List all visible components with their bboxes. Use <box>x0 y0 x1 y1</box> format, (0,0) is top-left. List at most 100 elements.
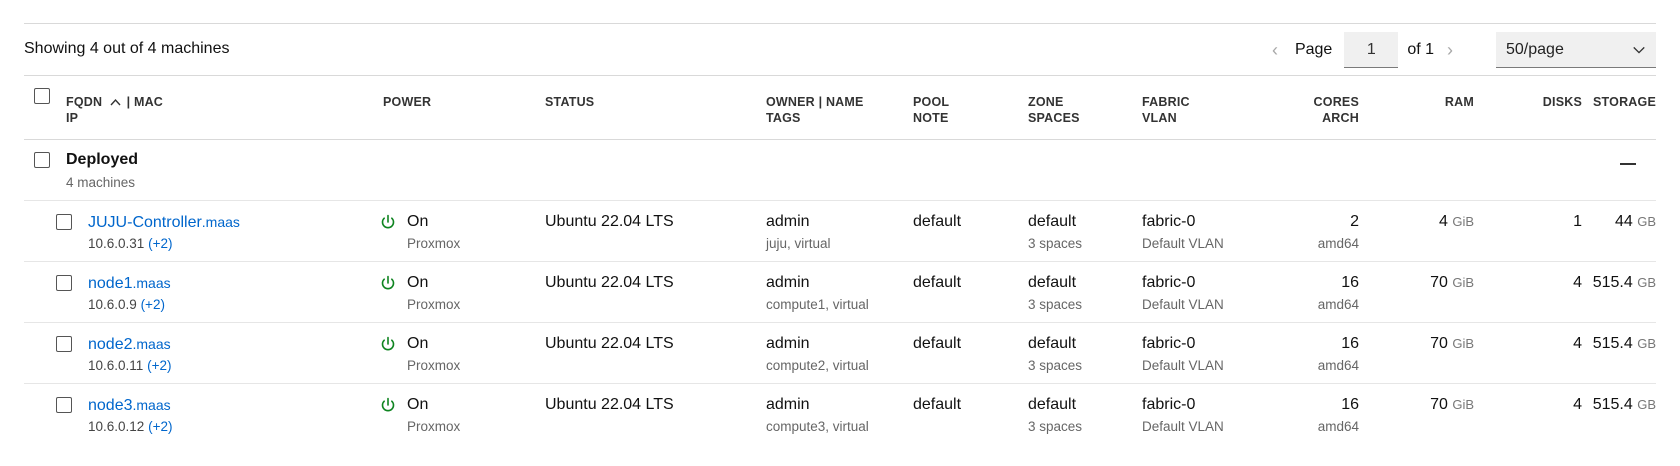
machine-storage: 515.4 GB <box>1592 396 1656 413</box>
column-header-cores[interactable]: CORES ARCH <box>1314 94 1359 126</box>
machine-storage: 44 GB <box>1614 213 1656 230</box>
machine-vlan: Default VLAN <box>1142 419 1224 434</box>
machine-ip: 10.6.0.31 (+2) <box>88 236 173 251</box>
machine-pool[interactable]: default <box>913 334 961 354</box>
machine-fqdn[interactable]: node2.maas <box>88 334 171 355</box>
machine-fabric: fabric-0 <box>1142 335 1196 352</box>
column-header-pool[interactable]: POOL NOTE <box>913 94 949 126</box>
machine-domain: .maas <box>201 214 240 230</box>
power-type: Proxmox <box>407 358 461 373</box>
machine-fqdn[interactable]: node3.maas <box>88 395 171 416</box>
column-header-fqdn[interactable]: FQDN | MAC IP <box>66 94 163 126</box>
machine-cores: 2 <box>1350 213 1359 230</box>
column-header-owner[interactable]: OWNER | NAME TAGS <box>766 94 864 126</box>
machine-spaces: 3 spaces <box>1028 236 1083 251</box>
group-title: Deployed <box>66 151 139 168</box>
ip-extra-link[interactable]: (+2) <box>141 297 165 312</box>
column-header-disks[interactable]: DISKS <box>1543 94 1582 110</box>
machine-fqdn[interactable]: node1.maas <box>88 273 171 294</box>
page-size-select[interactable]: 50/page <box>1496 32 1656 68</box>
machine-arch: amd64 <box>1317 297 1359 312</box>
machine-ip: 10.6.0.9 (+2) <box>88 297 165 312</box>
machine-spaces: 3 spaces <box>1028 419 1083 434</box>
column-header-storage[interactable]: STORAGE <box>1593 94 1656 110</box>
machine-disks: 4 <box>1573 396 1582 413</box>
power-icon <box>381 214 395 229</box>
machine-storage: 515.4 GB <box>1592 335 1656 352</box>
group-checkbox[interactable] <box>34 152 50 168</box>
machine-rows: JUJU-Controller.maas 10.6.0.31 (+2) On P… <box>24 201 1656 445</box>
machine-ram: 70 GiB <box>1430 274 1474 291</box>
machine-zone[interactable]: default <box>1028 212 1076 232</box>
power-type: Proxmox <box>407 297 461 312</box>
table-row[interactable]: node1.maas 10.6.0.9 (+2) On Proxmox Ubun… <box>24 262 1656 323</box>
machine-pool[interactable]: default <box>913 395 961 415</box>
row-checkbox[interactable] <box>56 397 72 413</box>
page-number-input[interactable] <box>1344 32 1399 68</box>
machine-zone[interactable]: default <box>1028 334 1076 354</box>
machine-status: Ubuntu 22.04 LTS <box>545 274 674 291</box>
collapse-group-icon[interactable] <box>1620 163 1636 165</box>
machine-domain: .maas <box>132 397 171 413</box>
machine-domain: .maas <box>132 275 171 291</box>
machine-storage: 515.4 GB <box>1592 274 1656 291</box>
previous-page-icon[interactable]: ‹ <box>1265 40 1285 60</box>
machine-hostname-link[interactable]: JUJU-Controller <box>88 214 202 231</box>
power-icon <box>381 397 395 412</box>
pagination: ‹ Page of 1 › 50/page <box>1265 32 1656 68</box>
row-checkbox[interactable] <box>56 336 72 352</box>
machine-ram: 70 GiB <box>1430 396 1474 413</box>
machine-cores: 16 <box>1341 274 1359 291</box>
group-count: 4 machines <box>66 175 136 190</box>
column-header-ram[interactable]: RAM <box>1445 94 1474 110</box>
ip-extra-link[interactable]: (+2) <box>148 419 172 434</box>
machine-hostname-link[interactable]: node1 <box>88 275 133 292</box>
machine-status: Ubuntu 22.04 LTS <box>545 396 674 413</box>
machine-hostname-link[interactable]: node2 <box>88 336 133 353</box>
row-checkbox[interactable] <box>56 214 72 230</box>
machine-fqdn[interactable]: JUJU-Controller.maas <box>88 212 240 233</box>
table-row[interactable]: node3.maas 10.6.0.12 (+2) On Proxmox Ubu… <box>24 384 1656 445</box>
machines-table: FQDN | MAC IP POWER STATUS OWNER | NAME T… <box>24 77 1656 445</box>
power-state[interactable]: On <box>407 273 428 293</box>
machine-hostname-link[interactable]: node3 <box>88 397 133 414</box>
machine-pool[interactable]: default <box>913 273 961 293</box>
power-state[interactable]: On <box>407 395 428 415</box>
table-header-bar: Showing 4 out of 4 machines ‹ Page of 1 … <box>24 24 1656 76</box>
page-total: of 1 <box>1407 41 1434 58</box>
machine-owner: admin <box>766 396 810 413</box>
machine-disks: 1 <box>1573 213 1582 230</box>
column-header-status[interactable]: STATUS <box>545 94 594 110</box>
machine-fabric: fabric-0 <box>1142 213 1196 230</box>
machine-arch: amd64 <box>1317 358 1359 373</box>
machine-zone[interactable]: default <box>1028 273 1076 293</box>
ip-extra-link[interactable]: (+2) <box>148 236 172 251</box>
machine-owner: admin <box>766 335 810 352</box>
page-size-value: 50/page <box>1506 40 1564 58</box>
row-checkbox[interactable] <box>56 275 72 291</box>
column-header-power[interactable]: POWER <box>383 94 431 110</box>
table-head: FQDN | MAC IP POWER STATUS OWNER | NAME T… <box>24 77 1656 140</box>
machine-ram: 70 GiB <box>1430 335 1474 352</box>
machine-fabric: fabric-0 <box>1142 396 1196 413</box>
select-all-checkbox[interactable] <box>34 88 50 104</box>
machine-arch: amd64 <box>1317 419 1359 434</box>
machine-tags: compute2, virtual <box>766 358 869 373</box>
power-type: Proxmox <box>407 236 461 251</box>
power-state[interactable]: On <box>407 334 428 354</box>
machine-domain: .maas <box>132 336 171 352</box>
column-header-fabric[interactable]: FABRIC VLAN <box>1142 94 1190 126</box>
machine-disks: 4 <box>1573 274 1582 291</box>
column-header-zone[interactable]: ZONE SPACES <box>1028 94 1080 126</box>
chevron-down-icon <box>1633 46 1645 54</box>
power-state[interactable]: On <box>407 212 428 232</box>
machine-tags: juju, virtual <box>766 236 831 251</box>
machine-pool[interactable]: default <box>913 212 961 232</box>
table-row[interactable]: node2.maas 10.6.0.11 (+2) On Proxmox Ubu… <box>24 323 1656 384</box>
machine-arch: amd64 <box>1317 236 1359 251</box>
machine-zone[interactable]: default <box>1028 395 1076 415</box>
ip-extra-link[interactable]: (+2) <box>147 358 171 373</box>
next-page-icon[interactable]: › <box>1440 40 1460 60</box>
machine-vlan: Default VLAN <box>1142 297 1224 312</box>
table-row[interactable]: JUJU-Controller.maas 10.6.0.31 (+2) On P… <box>24 201 1656 262</box>
